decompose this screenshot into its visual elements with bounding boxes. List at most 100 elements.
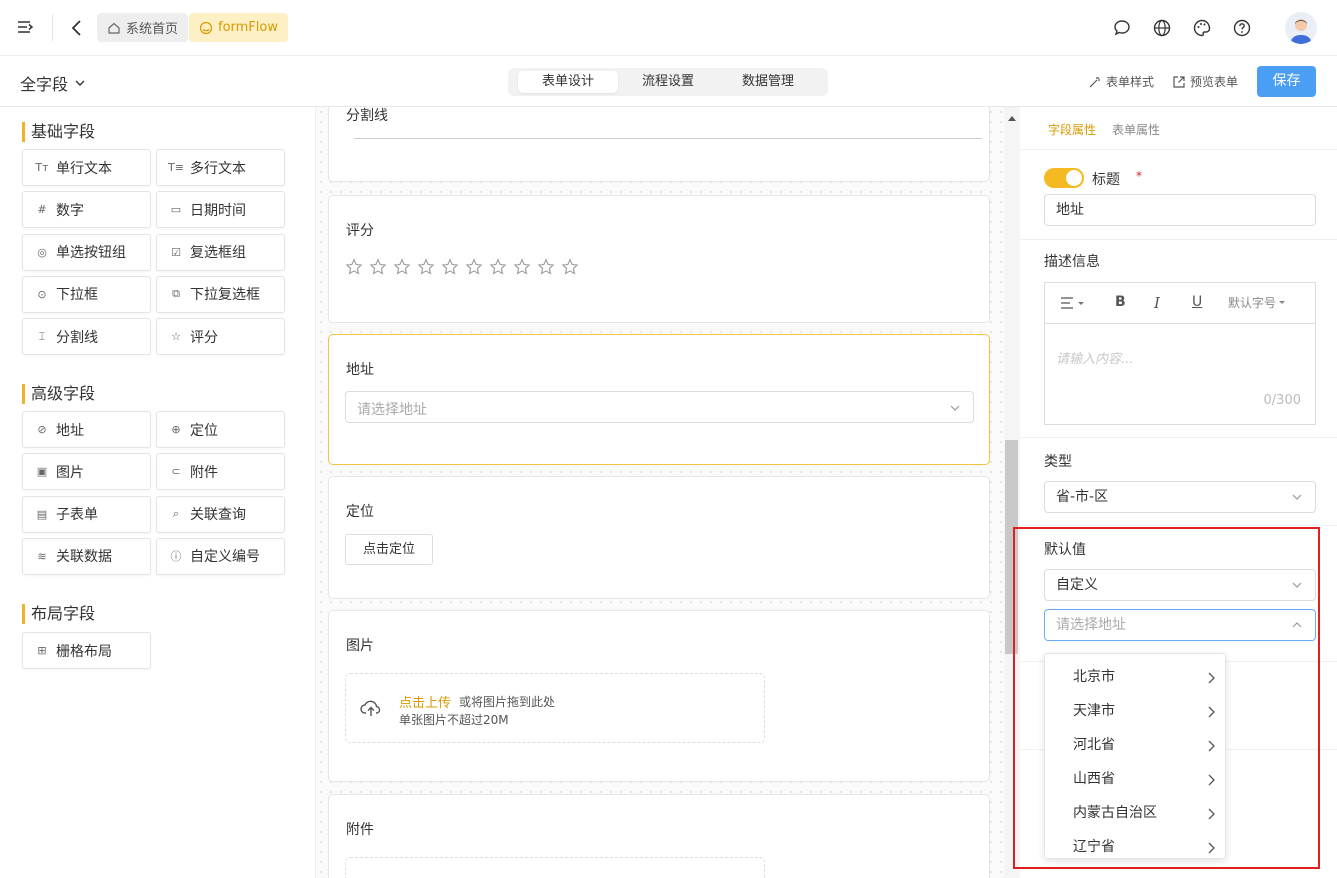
chevron-down-icon — [74, 77, 86, 89]
help-icon[interactable] — [1232, 18, 1252, 38]
canvas-field-address[interactable]: 地址 请选择地址 — [328, 334, 990, 465]
form-name: 全字段 — [20, 75, 69, 94]
tab-data-management[interactable]: 数据管理 — [718, 71, 818, 93]
basic-field-icon: ▭ — [170, 203, 182, 217]
tab-field-properties[interactable]: 字段属性 — [1048, 121, 1096, 138]
form-style-button[interactable]: 表单样式 — [1088, 73, 1154, 90]
basic-field-button[interactable]: ☑ 复选框组 — [156, 233, 285, 271]
underline-icon[interactable]: U — [1192, 294, 1202, 310]
province-option[interactable]: 天津市 — [1045, 694, 1225, 728]
province-option[interactable]: 河北省 — [1045, 728, 1225, 762]
advanced-field-button[interactable]: ⊕ 定位 — [156, 411, 285, 448]
title-toggle[interactable] — [1044, 168, 1084, 188]
star-icon[interactable] — [417, 258, 435, 276]
basic-field-button[interactable]: ◎ 单选按钮组 — [22, 233, 151, 271]
field-button-label: 栅格布局 — [56, 643, 112, 660]
canvas-field-divider[interactable]: 分割线 — [328, 107, 990, 182]
type-select[interactable]: 省-市-区 — [1044, 481, 1316, 513]
image-upload-dropzone[interactable]: 点击上传 或将图片拖到此处 单张图片不超过20M — [345, 673, 765, 743]
advanced-field-button[interactable]: ⊂ 附件 — [156, 453, 285, 491]
field-button-label: 日期时间 — [190, 202, 246, 219]
scrollbar-thumb[interactable] — [1005, 440, 1018, 654]
basic-field-button[interactable]: # 数字 — [22, 191, 151, 229]
bold-icon[interactable]: B — [1115, 294, 1126, 310]
province-option-label: 天津市 — [1073, 703, 1115, 719]
province-dropdown: 北京市 天津市 河北省 山西省 内蒙古自治区 辽宁省 — [1044, 653, 1226, 859]
star-icon[interactable] — [513, 258, 531, 276]
star-icon[interactable] — [465, 258, 483, 276]
font-size-select[interactable]: 默认字号 — [1228, 294, 1286, 311]
address-select[interactable]: 请选择地址 — [345, 391, 974, 423]
breadcrumb-home[interactable]: 系统首页 — [97, 13, 189, 42]
align-icon[interactable] — [1061, 297, 1087, 309]
star-icon[interactable] — [369, 258, 387, 276]
star-icon[interactable] — [489, 258, 507, 276]
basic-field-button[interactable]: Tт 单行文本 — [22, 149, 151, 186]
title-input[interactable]: 地址 — [1044, 194, 1316, 226]
tab-form-design[interactable]: 表单设计 — [518, 71, 618, 93]
theme-palette-icon[interactable] — [1192, 18, 1212, 38]
basic-field-icon: T≡ — [168, 161, 184, 174]
advanced-field-button[interactable]: ⊘ 地址 — [22, 411, 151, 448]
divider — [1020, 437, 1337, 438]
basic-field-button[interactable]: ⧉ 下拉复选框 — [156, 275, 285, 313]
editor-toolbar: B I U 默认字号 — [1045, 283, 1315, 324]
star-icon[interactable] — [537, 258, 555, 276]
basic-field-button[interactable]: ▭ 日期时间 — [156, 191, 285, 229]
breadcrumb-app[interactable]: formFlow — [189, 13, 288, 42]
upload-link[interactable]: 点击上传 — [399, 692, 451, 711]
char-count: 0/300 — [1263, 393, 1301, 408]
basic-field-icon: # — [37, 203, 47, 217]
save-button[interactable]: 保存 — [1257, 66, 1316, 97]
field-button-label: 下拉复选框 — [190, 287, 260, 304]
province-option[interactable]: 辽宁省 — [1045, 830, 1225, 864]
basic-field-button[interactable]: ☆ 评分 — [156, 318, 285, 356]
message-icon[interactable] — [1112, 18, 1132, 38]
canvas-field-image[interactable]: 图片 点击上传 或将图片拖到此处 单张图片不超过20M — [328, 610, 990, 782]
advanced-field-button[interactable]: ≋ 关联数据 — [22, 537, 151, 575]
star-icon[interactable] — [345, 258, 363, 276]
language-icon[interactable] — [1152, 18, 1172, 38]
canvas-field-attachment[interactable]: 附件 — [328, 794, 990, 878]
province-option-label: 河北省 — [1073, 737, 1115, 753]
province-option-label: 山西省 — [1073, 771, 1115, 787]
tab-flow-settings[interactable]: 流程设置 — [618, 71, 718, 93]
basic-field-icon: ☑ — [171, 245, 181, 259]
tab-form-properties[interactable]: 表单属性 — [1112, 121, 1160, 138]
basic-field-button[interactable]: ⌶ 分割线 — [22, 318, 151, 356]
star-rating[interactable] — [345, 258, 579, 276]
form-selector[interactable]: 全字段 — [20, 71, 86, 95]
attachment-dropzone[interactable] — [345, 857, 765, 878]
back-icon[interactable] — [68, 18, 86, 38]
canvas-field-rating[interactable]: 评分 — [328, 195, 990, 323]
basic-field-button[interactable]: T≡ 多行文本 — [156, 149, 285, 186]
star-icon[interactable] — [441, 258, 459, 276]
basic-field-button[interactable]: ⊙ 下拉框 — [22, 275, 151, 313]
canvas-field-location[interactable]: 定位 点击定位 — [328, 476, 990, 599]
province-option-label: 北京市 — [1073, 669, 1115, 685]
italic-icon[interactable]: I — [1154, 294, 1160, 312]
province-option[interactable]: 内蒙古自治区 — [1045, 796, 1225, 830]
address-placeholder: 请选择地址 — [357, 402, 427, 418]
advanced-field-button[interactable]: ▤ 子表单 — [22, 495, 151, 533]
star-icon[interactable] — [561, 258, 579, 276]
divider-line — [354, 138, 982, 139]
province-option[interactable]: 山西省 — [1045, 762, 1225, 796]
avatar[interactable] — [1285, 12, 1317, 44]
locate-button[interactable]: 点击定位 — [345, 534, 433, 565]
editor-placeholder[interactable]: 请输入内容... — [1056, 348, 1133, 367]
default-mode-select[interactable]: 自定义 — [1044, 569, 1316, 601]
menu-collapse-icon[interactable] — [16, 18, 34, 36]
star-icon[interactable] — [393, 258, 411, 276]
province-option[interactable]: 北京市 — [1045, 660, 1225, 694]
advanced-field-button[interactable]: ▣ 图片 — [22, 453, 151, 491]
preview-form-button[interactable]: 预览表单 — [1172, 73, 1238, 90]
layout-field-button[interactable]: ⊞ 栅格布局 — [22, 632, 151, 669]
default-address-select[interactable]: 请选择地址 — [1044, 609, 1316, 641]
advanced-field-icon: ▤ — [36, 507, 48, 521]
scroll-up-icon[interactable] — [1008, 115, 1016, 121]
field-button-label: 数字 — [56, 202, 84, 219]
chevron-right-icon — [1207, 706, 1215, 718]
advanced-field-button[interactable]: ⌕ 关联查询 — [156, 495, 285, 533]
advanced-field-button[interactable]: ⓘ 自定义编号 — [156, 537, 285, 575]
